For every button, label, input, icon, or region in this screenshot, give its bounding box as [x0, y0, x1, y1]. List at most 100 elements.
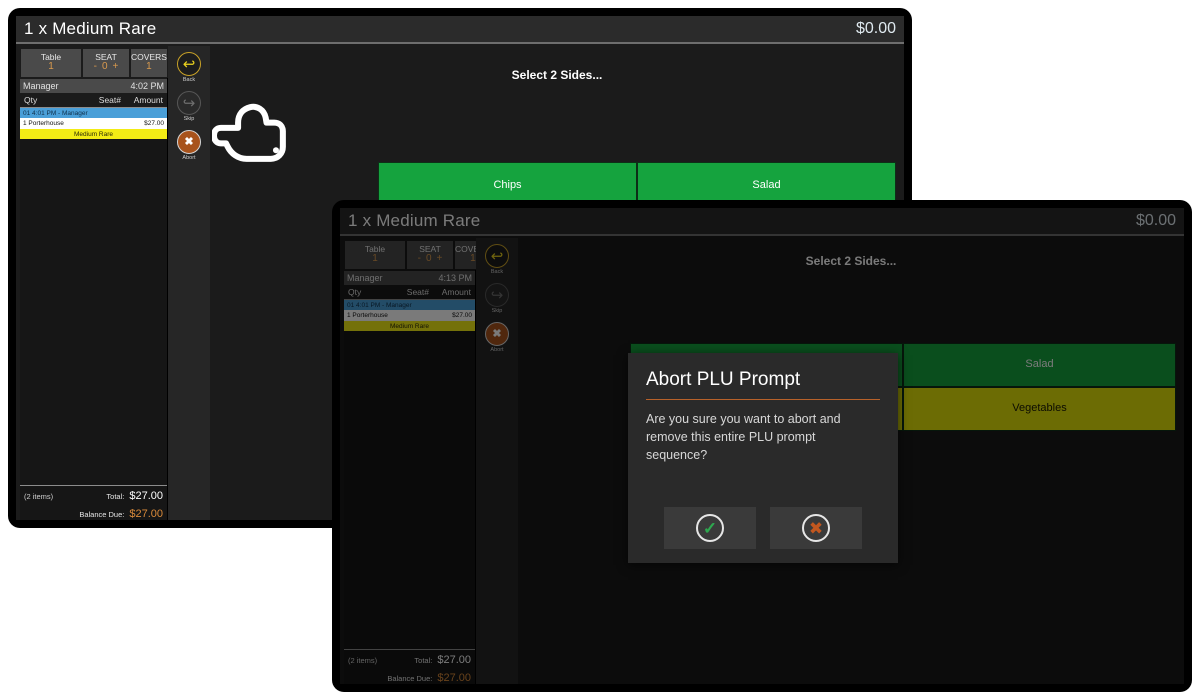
- skip-button-label: Skip: [183, 116, 195, 122]
- column-amount-front: Amount: [441, 287, 471, 297]
- column-seat: Seat#: [98, 95, 121, 105]
- order-line-modifier[interactable]: Medium Rare: [20, 129, 167, 139]
- table-value: 1: [48, 61, 54, 73]
- order-panel: Table 1 SEAT - 0 + COVERS 1 Manager 4:02…: [20, 48, 168, 520]
- titlebar-title-front: 1 x Medium Rare: [348, 211, 481, 230]
- titlebar-amount-front: $0.00: [1135, 212, 1176, 229]
- order-line-amount-front: $27.00: [452, 312, 472, 319]
- balance-row-front: Balance Due: $27.00: [348, 672, 471, 684]
- order-line-item-front[interactable]: 1 Porterhouse $27.00: [344, 310, 475, 321]
- skip-button[interactable]: ↪ Skip: [177, 91, 201, 122]
- table-seat-covers-row: Table 1 SEAT - 0 + COVERS 1: [20, 48, 168, 78]
- back-button-front[interactable]: ↩ Back: [485, 244, 509, 275]
- abort-button-front[interactable]: ✖ Abort: [485, 322, 509, 353]
- order-line-modifier-text-front: Medium Rare: [389, 322, 429, 330]
- abort-button-label: Abort: [182, 155, 196, 161]
- titlebar-amount: $0.00: [855, 20, 896, 37]
- check-header-row[interactable]: 01 4:01 PM - Manager: [20, 108, 167, 118]
- order-line-name-front: 1 Porterhouse: [347, 312, 388, 319]
- back-arrow-icon: ↩: [177, 52, 201, 76]
- back-button[interactable]: ↩ Back: [177, 52, 201, 83]
- total-value: $27.00: [129, 490, 163, 502]
- tile-chips-label: Chips: [493, 179, 522, 192]
- abort-x-icon: ✖: [177, 130, 201, 154]
- table-cell-front[interactable]: Table 1: [344, 240, 406, 270]
- dialog-divider: [646, 399, 880, 400]
- order-panel-front: Table 1 SEAT - 0 + COVERS 1 Manager 4:13…: [344, 240, 492, 684]
- total-label-front: Total:: [414, 656, 433, 665]
- balance-value: $27.00: [129, 508, 163, 520]
- titlebar-title: 1 x Medium Rare: [24, 19, 157, 38]
- dialog-title: Abort PLU Prompt: [646, 369, 801, 390]
- items-count: (2 items): [24, 492, 54, 501]
- order-list-empty-area: [20, 139, 167, 485]
- seat-plus-button-front[interactable]: +: [437, 254, 443, 265]
- tile-salad-label: Salad: [752, 179, 781, 192]
- seat-value-front: 0: [425, 253, 432, 265]
- column-qty: Qty: [24, 95, 38, 105]
- check-header-row-front[interactable]: 01 4:01 PM - Manager: [344, 300, 475, 310]
- column-amount: Amount: [133, 95, 163, 105]
- items-count-front: (2 items): [348, 656, 378, 665]
- seat-cell[interactable]: SEAT - 0 +: [82, 48, 130, 78]
- skip-button-label-front: Skip: [491, 308, 503, 314]
- back-arrow-icon-front: ↩: [485, 244, 509, 268]
- order-totals-front: (2 items) Total: $27.00 Balance Due: $27…: [344, 649, 475, 684]
- seat-cell-front[interactable]: SEAT - 0 +: [406, 240, 454, 270]
- total-row-front: (2 items) Total: $27.00: [348, 654, 471, 666]
- dialog-spacer: [646, 464, 880, 507]
- balance-value-front: $27.00: [437, 672, 471, 684]
- tile-salad-front[interactable]: Salad: [903, 343, 1176, 387]
- check-header-text-front: 01 4:01 PM - Manager: [347, 301, 412, 309]
- seat-stepper-front[interactable]: - 0 +: [418, 254, 443, 265]
- pos-window-front: 1 x Medium Rare $0.00 Table 1 SEAT - 0 +…: [332, 200, 1192, 692]
- skip-button-front[interactable]: ↪ Skip: [485, 283, 509, 314]
- order-line-modifier-text: Medium Rare: [73, 130, 113, 138]
- abort-button-label-front: Abort: [490, 347, 504, 353]
- abort-button[interactable]: ✖ Abort: [177, 130, 201, 161]
- titlebar: 1 x Medium Rare $0.00: [16, 16, 904, 44]
- total-value-front: $27.00: [437, 654, 471, 666]
- covers-value: 1: [146, 61, 152, 73]
- table-seat-covers-row-front: Table 1 SEAT - 0 + COVERS 1: [344, 240, 492, 270]
- tile-vegetables-front[interactable]: Vegetables: [903, 387, 1176, 431]
- seat-minus-button[interactable]: -: [94, 62, 97, 73]
- dialog-cancel-button[interactable]: ✖: [770, 507, 862, 549]
- prompt-title-front: Select 2 Sides...: [805, 254, 897, 268]
- operator-row: Manager 4:02 PM: [20, 78, 167, 93]
- order-columns-header: Qty Seat# Amount: [20, 93, 167, 108]
- operator-name: Manager: [23, 81, 59, 91]
- order-line-amount: $27.00: [144, 120, 164, 127]
- titlebar-front: 1 x Medium Rare $0.00: [340, 208, 1184, 236]
- tile-salad-label-front: Salad: [1025, 358, 1054, 371]
- abort-x-icon-front: ✖: [485, 322, 509, 346]
- operator-name-front: Manager: [347, 273, 383, 283]
- table-cell[interactable]: Table 1: [20, 48, 82, 78]
- seat-minus-button-front[interactable]: -: [418, 254, 421, 265]
- order-totals: (2 items) Total: $27.00 Balance Due: $27…: [20, 485, 167, 520]
- dialog-confirm-button[interactable]: ✓: [664, 507, 756, 549]
- prompt-title: Select 2 Sides...: [511, 68, 603, 82]
- back-button-label-front: Back: [490, 269, 504, 275]
- seat-value: 0: [101, 61, 108, 73]
- seat-stepper[interactable]: - 0 +: [94, 62, 119, 73]
- total-label: Total:: [106, 492, 125, 501]
- seat-plus-button[interactable]: +: [113, 62, 119, 73]
- order-line-modifier-front[interactable]: Medium Rare: [344, 321, 475, 331]
- order-line-name: 1 Porterhouse: [23, 120, 64, 127]
- screenshot-stage: 1 x Medium Rare $0.00 Table 1 SEAT - 0 +…: [0, 0, 1200, 700]
- total-row: (2 items) Total: $27.00: [24, 490, 163, 502]
- table-value-front: 1: [372, 253, 378, 265]
- operator-time: 4:02 PM: [130, 81, 164, 91]
- balance-row: Balance Due: $27.00: [24, 508, 163, 520]
- dialog-message: Are you sure you want to abort and remov…: [646, 412, 841, 463]
- order-line-item[interactable]: 1 Porterhouse $27.00: [20, 118, 167, 129]
- order-list-empty-area-front: [344, 331, 475, 649]
- covers-cell[interactable]: COVERS 1: [130, 48, 168, 78]
- balance-label: Balance Due:: [79, 510, 125, 519]
- operator-time-front: 4:13 PM: [438, 273, 472, 283]
- operator-row-front: Manager 4:13 PM: [344, 270, 475, 285]
- balance-label-front: Balance Due:: [387, 674, 433, 683]
- check-header-text: 01 4:01 PM - Manager: [23, 109, 88, 117]
- abort-plu-prompt-dialog: Abort PLU Prompt Are you sure you want t…: [628, 353, 898, 563]
